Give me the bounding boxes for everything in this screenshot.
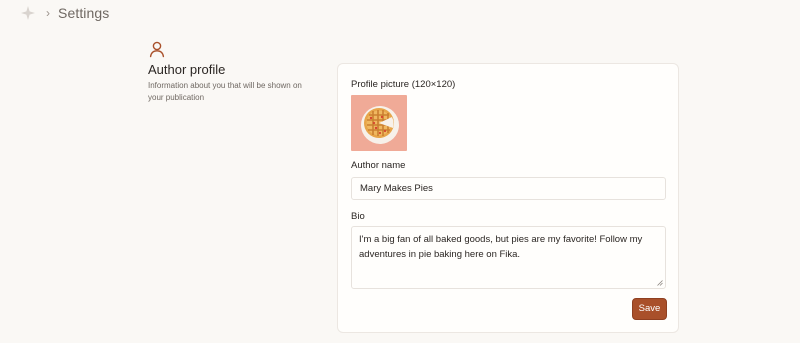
bio-textarea[interactable]: I'm a big fan of all baked goods, but pi… xyxy=(351,226,666,289)
breadcrumb: › Settings xyxy=(0,0,800,26)
pie-image xyxy=(361,106,399,144)
bio-label: Bio xyxy=(351,211,365,222)
pinwheel-logo-icon[interactable] xyxy=(20,5,36,21)
section-intro: Author profile Information about you tha… xyxy=(148,40,318,104)
section-description: Information about you that will be shown… xyxy=(148,81,302,102)
page-title[interactable]: Settings xyxy=(58,5,109,21)
section-title: Author profile xyxy=(148,62,226,77)
person-icon xyxy=(149,41,165,58)
bio-text: I'm a big fan of all baked goods, but pi… xyxy=(359,234,643,260)
chevron-right-icon: › xyxy=(46,6,50,20)
author-name-label: Author name xyxy=(351,160,406,171)
author-name-field[interactable]: Mary Makes Pies xyxy=(351,177,666,200)
save-button[interactable]: Save xyxy=(632,298,667,320)
author-profile-card: Profile picture (120×120) Author name Ma… xyxy=(337,63,679,333)
profile-picture[interactable] xyxy=(351,95,407,151)
resize-handle-icon[interactable] xyxy=(657,280,663,286)
profile-picture-label: Profile picture (120×120) xyxy=(351,79,456,90)
